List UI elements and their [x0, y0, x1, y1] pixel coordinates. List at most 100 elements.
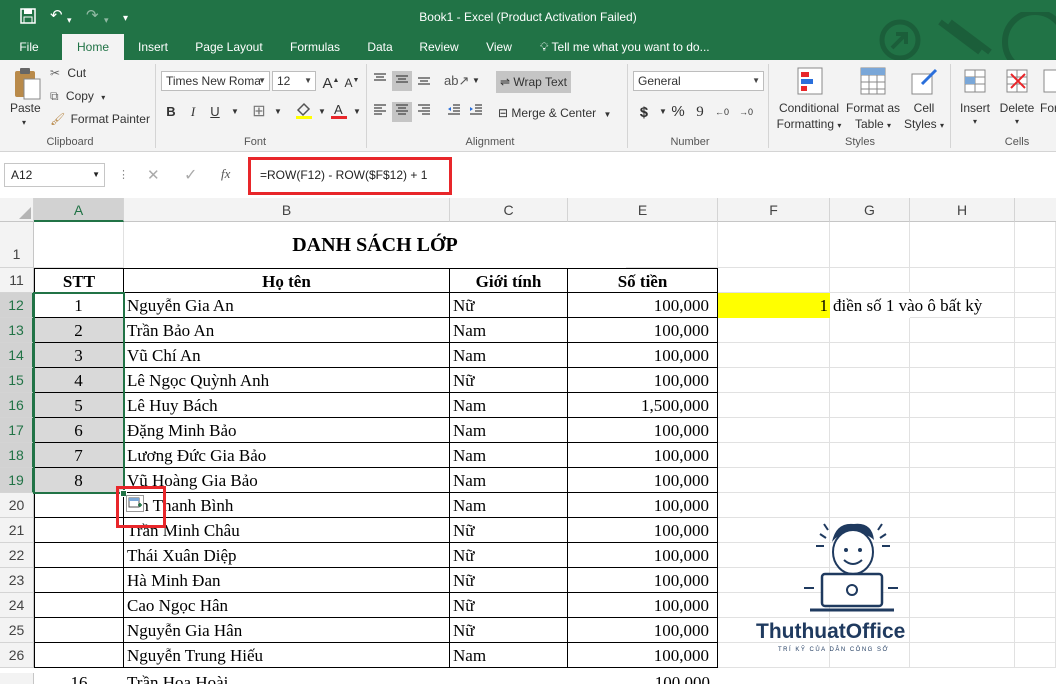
empty-cell[interactable]	[718, 318, 830, 343]
empty-cell[interactable]	[830, 318, 910, 343]
top-align-icon[interactable]	[370, 71, 390, 91]
row-header-11[interactable]: 11	[0, 268, 34, 293]
row-header-27[interactable]	[0, 673, 34, 684]
stt-cell[interactable]: 4	[34, 368, 124, 393]
name-cell[interactable]: Trần Bảo An	[124, 318, 450, 343]
decrease-decimal-icon[interactable]: →0	[736, 102, 756, 122]
column-header-b[interactable]: B	[124, 198, 450, 222]
insert-function-icon[interactable]: fx	[221, 166, 230, 182]
gender-cell[interactable]: Nữ	[450, 618, 568, 643]
empty-cell[interactable]	[718, 368, 830, 393]
header-gender[interactable]: Giới tính	[450, 268, 568, 293]
stt-cell[interactable]	[34, 518, 124, 543]
middle-align-icon[interactable]	[392, 71, 412, 91]
cell-g12-note[interactable]: điền số 1 vào ô bất kỳ	[830, 293, 982, 318]
empty-cell[interactable]	[718, 493, 830, 518]
amount-cell[interactable]: 100,000	[568, 643, 718, 668]
header-stt[interactable]: STT	[34, 268, 124, 293]
tab-data[interactable]: Data	[360, 34, 400, 60]
row-header-24[interactable]: 24	[0, 593, 34, 618]
cell-b27[interactable]: Trần Hoa Hoài	[124, 670, 450, 684]
tab-insert[interactable]: Insert	[130, 34, 176, 60]
empty-cell[interactable]	[910, 343, 1015, 368]
gender-cell[interactable]: Nữ	[450, 368, 568, 393]
comma-style-button[interactable]: 9	[690, 102, 710, 122]
wrap-text-button[interactable]: ⇌ Wrap Text	[496, 71, 571, 93]
name-cell[interactable]: Đặng Minh Bảo	[124, 418, 450, 443]
amount-cell[interactable]: 100,000	[568, 593, 718, 618]
empty-cell[interactable]	[910, 268, 1015, 293]
stt-cell[interactable]	[34, 543, 124, 568]
row-header-16[interactable]: 16	[0, 393, 34, 418]
gender-cell[interactable]: Nữ	[450, 543, 568, 568]
row-header-13[interactable]: 13	[0, 318, 34, 343]
column-header-e[interactable]: E	[568, 198, 718, 222]
empty-cell[interactable]	[830, 222, 910, 268]
gender-cell[interactable]: Nữ	[450, 568, 568, 593]
gender-cell[interactable]: Nam	[450, 468, 568, 493]
stt-cell[interactable]: 5	[34, 393, 124, 418]
name-cell[interactable]: Vũ Chí An	[124, 343, 450, 368]
amount-cell[interactable]: 100,000	[568, 468, 718, 493]
amount-cell[interactable]: 100,000	[568, 493, 718, 518]
empty-cell[interactable]	[830, 443, 910, 468]
empty-cell[interactable]	[910, 222, 1015, 268]
tab-file[interactable]: File	[10, 34, 48, 60]
row-header-17[interactable]: 17	[0, 418, 34, 443]
amount-cell[interactable]: 100,000	[568, 568, 718, 593]
name-cell[interactable]: Lê Huy Bách	[124, 393, 450, 418]
gender-cell[interactable]: Nữ	[450, 293, 568, 318]
delete-cells-button[interactable]: Delete ▾	[996, 66, 1038, 134]
empty-cell[interactable]	[830, 468, 910, 493]
gender-cell[interactable]: Nam	[450, 343, 568, 368]
name-cell[interactable]: Lương Đức Gia Bảo	[124, 443, 450, 468]
font-color-dropdown-icon[interactable]: ▼	[347, 102, 367, 122]
empty-cell[interactable]	[718, 393, 830, 418]
empty-cell[interactable]	[830, 418, 910, 443]
stt-cell[interactable]: 7	[34, 443, 124, 468]
underline-dropdown-icon[interactable]: ▼	[225, 102, 245, 122]
header-amount[interactable]: Số tiền	[568, 268, 718, 293]
format-painter-button[interactable]: 🖌︎ Format Painter	[50, 112, 150, 130]
row-header-26[interactable]: 26	[0, 643, 34, 668]
decrease-indent-icon[interactable]	[444, 102, 464, 122]
name-box[interactable]: A12 ▼	[4, 163, 105, 187]
orientation-dropdown-icon[interactable]: ▼	[466, 71, 486, 91]
empty-cell[interactable]	[1015, 618, 1056, 643]
gender-cell[interactable]: Nam	[450, 643, 568, 668]
bottom-align-icon[interactable]	[414, 71, 434, 91]
empty-cell[interactable]	[1015, 568, 1056, 593]
name-cell[interactable]: Nguyễn Gia An	[124, 293, 450, 318]
stt-cell[interactable]: 3	[34, 343, 124, 368]
name-cell[interactable]: Hà Minh Đan	[124, 568, 450, 593]
row-header-23[interactable]: 23	[0, 568, 34, 593]
amount-cell[interactable]: 100,000	[568, 293, 718, 318]
empty-cell[interactable]	[1015, 293, 1056, 318]
gender-cell[interactable]: Nam	[450, 318, 568, 343]
stt-cell[interactable]	[34, 618, 124, 643]
align-center-icon[interactable]	[392, 102, 412, 122]
copy-button[interactable]: ⧉ Copy ▾	[50, 89, 105, 107]
insert-cells-button[interactable]: Insert ▾	[954, 66, 996, 134]
row-header-21[interactable]: 21	[0, 518, 34, 543]
row-header-22[interactable]: 22	[0, 543, 34, 568]
worksheet-grid[interactable]: A B C E F G H 1 11 12 13 14 15 16 17 18 19 20 21 22 2…	[0, 198, 1056, 684]
font-color-icon[interactable]: A	[329, 100, 349, 120]
amount-cell[interactable]: 100,000	[568, 318, 718, 343]
amount-cell[interactable]: 100,000	[568, 343, 718, 368]
gender-cell[interactable]: Nam	[450, 393, 568, 418]
name-cell[interactable]: Vũ Hoàng Gia Bảo	[124, 468, 450, 493]
gender-cell[interactable]: Nam	[450, 418, 568, 443]
empty-cell[interactable]	[910, 368, 1015, 393]
empty-cell[interactable]	[1015, 318, 1056, 343]
name-cell[interactable]: Thái Xuân Diệp	[124, 543, 450, 568]
empty-cell[interactable]	[910, 393, 1015, 418]
empty-cell[interactable]	[830, 343, 910, 368]
align-right-icon[interactable]	[414, 102, 434, 122]
align-left-icon[interactable]	[370, 102, 390, 122]
empty-cell[interactable]	[718, 443, 830, 468]
decrease-font-icon[interactable]: A▼	[342, 71, 362, 91]
cell-f12[interactable]: 1	[718, 293, 830, 318]
gender-cell[interactable]: Nữ	[450, 518, 568, 543]
empty-cell[interactable]	[718, 343, 830, 368]
